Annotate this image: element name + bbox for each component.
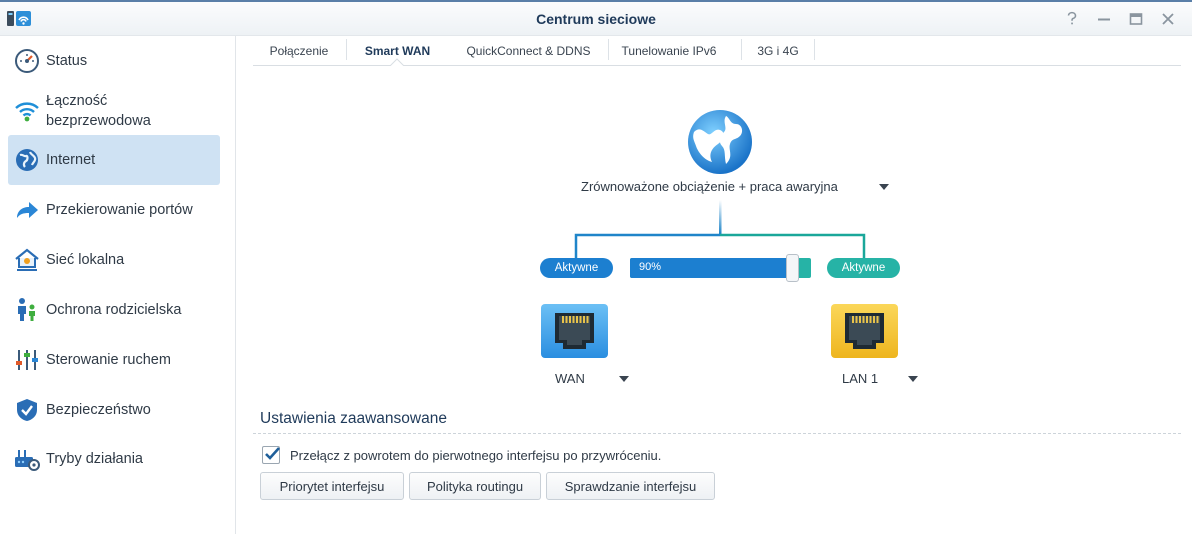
chevron-down-icon[interactable]	[908, 376, 918, 382]
failback-option[interactable]: Przełącz z powrotem do pierwotnego inter…	[262, 444, 661, 466]
interface-priority-button[interactable]: Priorytet interfejsu	[260, 472, 404, 500]
active-tab-indicator	[390, 58, 404, 66]
lan-status-badge: Aktywne	[827, 258, 900, 278]
sidebar-item-label: Bezpieczeństwo	[46, 402, 151, 418]
connection-lines	[574, 200, 866, 258]
interface-check-button[interactable]: Sprawdzanie interfejsu	[546, 472, 715, 500]
advanced-settings-heading: Ustawienia zaawansowane	[260, 410, 447, 427]
tab-ipv6-tunneling[interactable]: Tunelowanie IPv6	[612, 36, 726, 65]
gauge-icon	[8, 36, 46, 86]
wifi-icon	[8, 86, 46, 136]
sidebar-item-parental-control[interactable]: Ochrona rodzicielska	[8, 285, 220, 335]
tab-separator	[814, 39, 815, 60]
tab-quickconnect-ddns[interactable]: QuickConnect & DDNS	[453, 36, 604, 65]
router-gear-icon	[8, 434, 46, 484]
sidebar-item-label: Status	[46, 53, 88, 69]
sidebar-item-port-forwarding[interactable]: Przekierowanie portów	[8, 185, 220, 235]
slider-handle[interactable]	[786, 254, 799, 282]
sidebar-item-internet[interactable]: Internet	[8, 135, 220, 185]
wan-status-badge: Aktywne	[540, 258, 613, 278]
sidebar-item-label: Internet	[46, 152, 96, 168]
sidebar-item-label: Sterowanie ruchem	[46, 352, 171, 368]
wan-interface-select[interactable]: WAN	[555, 371, 585, 386]
tab-separator	[608, 39, 609, 60]
slider-value: 90%	[639, 261, 662, 273]
load-balance-mode-select[interactable]: Zrównoważone obciążenie + praca awaryjna	[578, 176, 894, 198]
chevron-down-icon[interactable]	[619, 376, 629, 382]
load-balance-slider[interactable]: 90%	[630, 254, 811, 282]
sidebar-item-label: Łączność bezprzewodowa	[46, 93, 151, 129]
tab-separator	[741, 39, 742, 60]
sidebar-item-status[interactable]: Status	[8, 36, 220, 86]
mode-select-value: Zrównoważone obciążenie + praca awaryjna	[581, 179, 838, 194]
chevron-down-icon	[879, 184, 889, 190]
routing-policy-button[interactable]: Polityka routingu	[409, 472, 541, 500]
sidebar-item-security[interactable]: Bezpieczeństwo	[8, 385, 220, 435]
minimize-icon[interactable]	[1093, 9, 1115, 29]
forward-arrow-icon	[8, 185, 46, 235]
failback-label: Przełącz z powrotem do pierwotnego inter…	[290, 447, 662, 463]
window-title: Centrum sieciowe	[536, 11, 656, 27]
internet-globe-icon	[688, 110, 752, 174]
family-icon	[8, 285, 46, 335]
help-icon[interactable]	[1061, 9, 1083, 29]
close-icon[interactable]	[1157, 9, 1179, 29]
sidebar-item-label: Przekierowanie portów	[46, 202, 193, 218]
sidebar-item-operation-modes[interactable]: Tryby działania	[8, 434, 220, 484]
sidebar-item-label: Tryby działania	[46, 451, 143, 467]
sidebar-item-label: Sieć lokalna	[46, 252, 125, 268]
lan-port-icon	[831, 304, 898, 358]
title-bar: Centrum sieciowe	[0, 0, 1192, 36]
sidebar-item-traffic-control[interactable]: Sterowanie ruchem	[8, 335, 220, 385]
globe-icon	[8, 135, 46, 185]
tab-connection[interactable]: Połączenie	[257, 36, 341, 65]
checkmark-icon	[265, 447, 280, 460]
sidebar-item-local-network[interactable]: Sieć lokalna	[8, 235, 220, 285]
lan-interface-select[interactable]: LAN 1	[842, 371, 878, 386]
sidebar-item-wireless[interactable]: Łączność bezprzewodowa	[8, 86, 220, 136]
shield-icon	[8, 385, 46, 435]
section-divider	[253, 433, 1181, 434]
sliders-icon	[8, 335, 46, 385]
sidebar: Status Łączność bezprzewodowa Internet P…	[0, 36, 236, 534]
sidebar-item-label: Ochrona rodzicielska	[46, 302, 182, 318]
tab-3g-4g[interactable]: 3G i 4G	[747, 36, 809, 65]
wan-port-icon	[541, 304, 608, 358]
maximize-icon[interactable]	[1125, 9, 1147, 29]
failback-checkbox[interactable]	[262, 446, 280, 464]
home-network-icon	[8, 235, 46, 285]
